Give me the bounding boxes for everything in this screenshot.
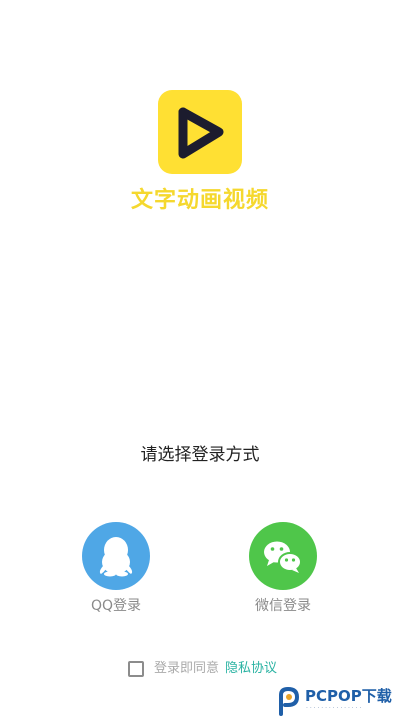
agreement-checkbox[interactable] xyxy=(128,661,144,677)
agreement-text: 登录即同意 xyxy=(154,661,220,676)
pcpop-logo-icon xyxy=(279,686,300,716)
play-triangle-icon xyxy=(178,107,224,159)
privacy-policy-link[interactable]: 隐私协议 xyxy=(225,659,277,679)
qq-login-button[interactable]: QQ登录 xyxy=(66,522,166,622)
watermark: PCPOP下载 · · · · · · · · · · · · · · · xyxy=(276,684,400,718)
wechat-icon xyxy=(264,541,302,573)
app-logo xyxy=(158,90,242,174)
qq-login-label: QQ登录 xyxy=(90,598,142,614)
wechat-login-button[interactable]: 微信登录 xyxy=(233,522,333,622)
watermark-text: PCPOP下载 xyxy=(305,687,392,705)
qq-icon-circle[interactable] xyxy=(82,522,150,590)
wechat-icon-circle[interactable] xyxy=(249,522,317,590)
agreement-row: 登录即同意 隐私协议 xyxy=(128,658,277,680)
wechat-login-label: 微信登录 xyxy=(255,598,311,614)
qq-penguin-icon xyxy=(99,537,133,577)
watermark-subtext: · · · · · · · · · · · · · · · xyxy=(306,705,362,712)
app-name: 文字动画视频 xyxy=(130,188,269,213)
login-prompt: 请选择登录方式 xyxy=(140,445,260,465)
